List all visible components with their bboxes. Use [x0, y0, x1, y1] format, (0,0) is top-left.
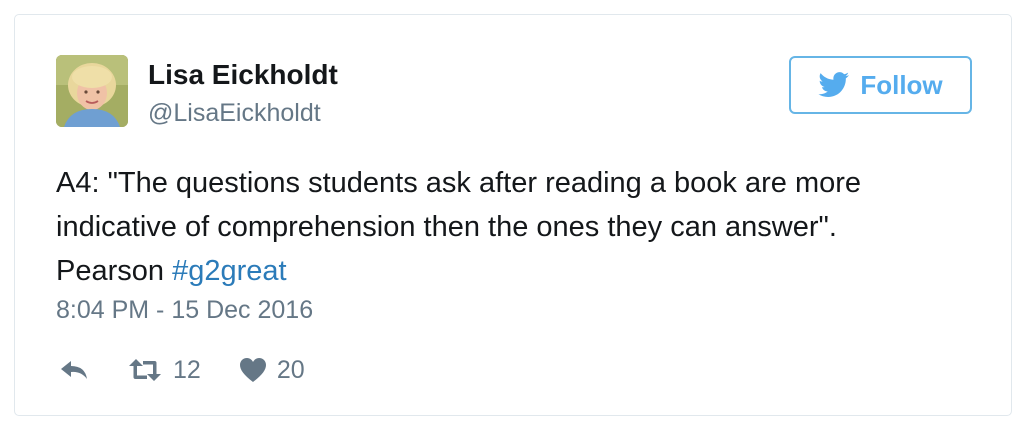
twitter-bird-icon — [818, 72, 850, 97]
tweet-card: Lisa Eickholdt @LisaEickholdt Follow A4:… — [14, 14, 1012, 416]
tweet-timestamp[interactable]: 8:04 PM - 15 Dec 2016 — [56, 296, 313, 325]
retweet-icon — [129, 359, 161, 381]
tweet-text-line: Pearson #g2great — [56, 249, 986, 293]
avatar-photo — [56, 55, 128, 127]
tweet-text-line: A4: "The questions students ask after re… — [56, 167, 862, 199]
hashtag-link[interactable]: #g2great — [172, 255, 287, 287]
tweet-text-tail: Pearson — [56, 255, 173, 287]
reply-button[interactable] — [59, 358, 89, 382]
like-button[interactable]: 20 — [239, 356, 305, 385]
follow-button[interactable]: Follow — [789, 56, 972, 114]
retweet-button[interactable]: 12 — [127, 356, 201, 385]
retweet-count: 12 — [173, 355, 201, 384]
like-count: 20 — [276, 355, 305, 384]
author-handle[interactable]: @LisaEickholdt — [148, 99, 321, 128]
author-name[interactable]: Lisa Eickholdt — [148, 59, 338, 91]
tweet-actions: 12 20 — [59, 353, 305, 387]
tweet-text: A4: "The questions students ask after re… — [56, 161, 986, 293]
tweet-text-line: indicative of comprehension then the one… — [56, 211, 837, 243]
reply-arrow-icon — [61, 361, 87, 379]
follow-label: Follow — [860, 69, 943, 100]
author-avatar[interactable] — [56, 55, 128, 127]
heart-icon — [239, 358, 266, 382]
